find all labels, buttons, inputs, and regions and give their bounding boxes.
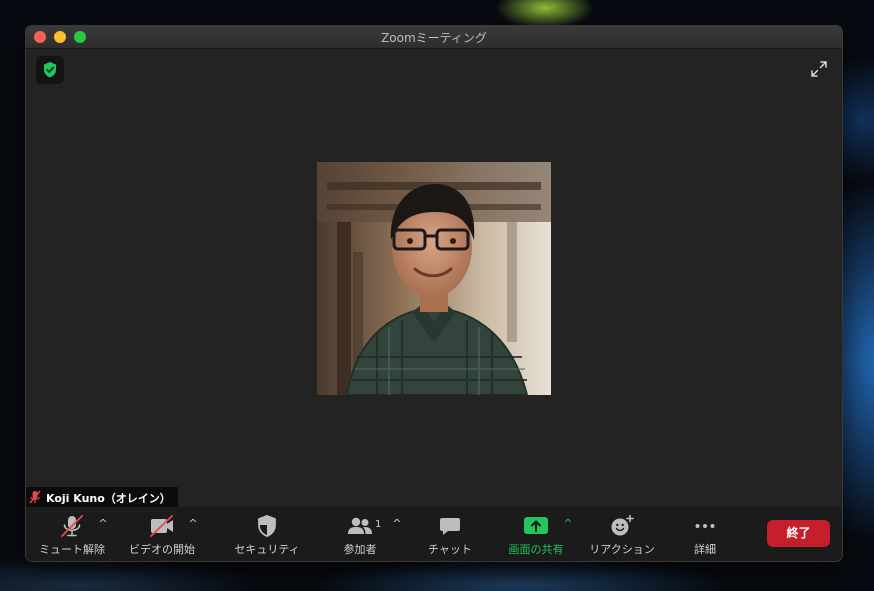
chat-bubble-icon: [440, 518, 460, 535]
share-screen-label: 画面の共有: [508, 543, 564, 556]
security-button[interactable]: セキュリティ: [234, 507, 300, 561]
security-label: セキュリティ: [234, 543, 300, 556]
microphone-muted-icon: [61, 515, 83, 537]
fullscreen-button[interactable]: [810, 60, 828, 78]
start-video-label: ビデオの開始: [129, 543, 195, 556]
participant-name: Koji Kuno（オレイン）: [46, 492, 171, 505]
share-screen-button[interactable]: 画面の共有: [509, 507, 564, 561]
participant-video-tile: [317, 162, 551, 395]
chat-label: チャット: [428, 543, 472, 556]
video-options-chevron-up-icon[interactable]: ^: [188, 518, 198, 529]
shield-check-icon: [44, 62, 56, 78]
microphone-muted-icon: [29, 490, 41, 504]
emoji-add-icon: [611, 514, 634, 536]
participants-options-chevron-up-icon[interactable]: ^: [392, 518, 402, 529]
meeting-toolbar: ミュート解除 ^ ビデオの開始 ^ セキュリティ 参加者 1 ^ チャット 画面…: [26, 507, 842, 561]
share-options-chevron-up-icon[interactable]: ^: [563, 518, 573, 529]
expand-icon: [811, 61, 827, 77]
end-meeting-button[interactable]: 終了: [767, 520, 830, 547]
unmute-label: ミュート解除: [39, 543, 105, 556]
video-off-icon: [150, 515, 173, 537]
share-screen-icon: [524, 517, 548, 534]
people-icon: [348, 517, 372, 534]
reactions-label: リアクション: [589, 543, 655, 556]
participant-name-tag: Koji Kuno（オレイン）: [26, 487, 178, 507]
participants-label: 参加者: [343, 543, 377, 556]
audio-options-chevron-up-icon[interactable]: ^: [98, 518, 108, 529]
start-video-button[interactable]: ビデオの開始: [129, 507, 195, 561]
participant-avatar: [317, 162, 551, 395]
participant-count: 1: [375, 519, 382, 530]
meeting-security-indicator[interactable]: [36, 56, 64, 84]
reactions-button[interactable]: リアクション: [589, 507, 655, 561]
chat-button[interactable]: チャット: [426, 507, 474, 561]
more-button[interactable]: 詳細: [686, 507, 724, 561]
zoom-meeting-window: Zoomミーティング Koji Kuno（オレイン） ミュート解除 ^ ビデオの…: [26, 26, 842, 561]
unmute-button[interactable]: ミュート解除: [39, 507, 105, 561]
more-dots-icon: [695, 524, 715, 528]
participants-button[interactable]: 参加者: [344, 507, 377, 561]
window-title: Zoomミーティング: [381, 31, 487, 45]
more-label: 詳細: [694, 543, 716, 556]
shield-icon: [258, 515, 276, 537]
title-bar: Zoomミーティング: [26, 26, 842, 49]
